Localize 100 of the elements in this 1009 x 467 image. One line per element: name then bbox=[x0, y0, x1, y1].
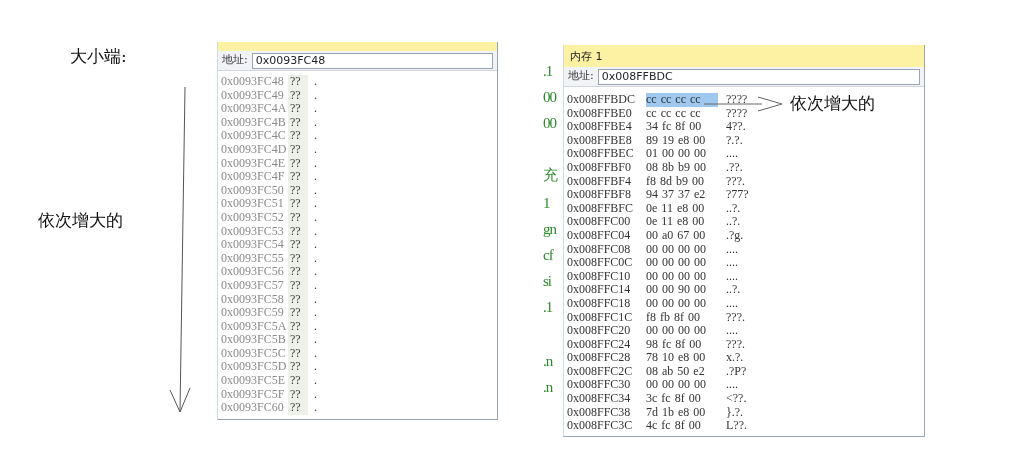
byte-values[interactable]: 08 8b b9 00 bbox=[646, 160, 718, 175]
code-text: gn bbox=[543, 222, 556, 237]
memory-address: 0x008FFC20 bbox=[566, 324, 632, 338]
ascii-text: . bbox=[314, 238, 317, 252]
byte-values[interactable]: f8 fb 8f 00 bbox=[646, 310, 718, 325]
address-field[interactable]: 0x008FFBDC bbox=[597, 68, 920, 85]
memory-address: 0x0093FC59 bbox=[220, 306, 285, 320]
ascii-text: .... bbox=[726, 242, 738, 257]
ascii-text: . bbox=[314, 115, 317, 130]
memory-address: 0x008FFBE0 bbox=[566, 106, 633, 121]
byte-value: ?? bbox=[288, 265, 308, 279]
memory-address: 0x008FFC1C bbox=[566, 310, 634, 325]
memory-address: 0x008FFC34 bbox=[566, 392, 632, 406]
memory-address: 0x008FFBE8 bbox=[566, 133, 633, 148]
address-label: 地址: bbox=[222, 52, 248, 69]
ascii-text: . bbox=[314, 265, 317, 279]
memory-address: 0x0093FC4F bbox=[220, 170, 286, 184]
byte-values[interactable]: f8 8d b9 00 bbox=[646, 174, 718, 189]
ascii-text: . bbox=[314, 170, 317, 184]
ascii-text: . bbox=[314, 129, 317, 143]
ascii-text: ???? bbox=[726, 93, 748, 107]
memory-address: 0x008FFBF0 bbox=[566, 160, 633, 175]
ascii-text: . bbox=[314, 278, 317, 293]
address-label: 地址: bbox=[568, 68, 594, 85]
ascii-text: . bbox=[314, 224, 317, 239]
memory-address: 0x008FFC24 bbox=[566, 337, 632, 352]
memory-address: 0x0093FC60 bbox=[220, 401, 285, 415]
memory-address: 0x0093FC5B bbox=[220, 333, 287, 347]
byte-values[interactable]: 7d 1b e8 00 bbox=[646, 405, 718, 420]
memory-address: 0x0093FC51 bbox=[220, 197, 285, 211]
byte-values[interactable]: 78 10 e8 00 bbox=[646, 351, 718, 365]
ascii-text: . bbox=[314, 251, 317, 266]
code-text: 1 bbox=[543, 196, 550, 211]
code-text: .n bbox=[543, 380, 553, 395]
ascii-text: 4??. bbox=[726, 120, 746, 134]
byte-value: ?? bbox=[288, 401, 308, 415]
address-field[interactable]: 0x0093FC48 bbox=[251, 52, 493, 69]
byte-values[interactable]: 0e 11 e8 00 bbox=[646, 215, 718, 229]
byte-values[interactable]: 01 00 00 00 bbox=[646, 147, 718, 161]
memory-address: 0x008FFC0C bbox=[566, 256, 634, 270]
memory-address: 0x008FFC2C bbox=[566, 364, 634, 379]
memory-address: 0x008FFBE4 bbox=[566, 120, 633, 134]
ascii-text: }.?. bbox=[726, 405, 744, 420]
byte-value: ?? bbox=[288, 197, 308, 211]
byte-value: ?? bbox=[288, 374, 308, 388]
ascii-text: .... bbox=[726, 324, 738, 338]
ascii-text: .?g. bbox=[726, 228, 744, 243]
memory-address: 0x0093FC53 bbox=[220, 224, 285, 239]
ascii-text: . bbox=[314, 88, 317, 103]
ascii-text: .??. bbox=[726, 160, 743, 175]
byte-values[interactable]: cc cc cc cc bbox=[646, 93, 718, 107]
ascii-text: . bbox=[314, 197, 317, 211]
ascii-text: ???. bbox=[726, 174, 745, 189]
byte-values[interactable]: 3c fc 8f 00 bbox=[646, 392, 718, 406]
memory-address: 0x0093FC5C bbox=[220, 346, 287, 361]
ascii-text: . bbox=[314, 401, 317, 415]
byte-values[interactable]: 00 a0 67 00 bbox=[646, 228, 718, 243]
code-text: si bbox=[543, 274, 551, 289]
byte-values[interactable]: 0e 11 e8 00 bbox=[646, 201, 718, 216]
byte-values[interactable]: 00 00 90 00 bbox=[646, 283, 718, 297]
memory-address: 0x0093FC54 bbox=[220, 238, 285, 252]
annotation-text: 依次增大的 bbox=[38, 212, 123, 229]
byte-values[interactable]: 00 00 00 00 bbox=[646, 269, 718, 284]
byte-value: ?? bbox=[288, 360, 308, 375]
ascii-text: . bbox=[314, 75, 317, 89]
memory-address: 0x008FFC10 bbox=[566, 269, 632, 284]
ascii-text: L??. bbox=[726, 419, 747, 433]
byte-values[interactable]: 98 fc 8f 00 bbox=[646, 337, 718, 352]
ascii-text: .... bbox=[726, 256, 738, 270]
byte-values[interactable]: cc cc cc cc bbox=[646, 106, 718, 121]
byte-values[interactable]: 00 00 00 00 bbox=[646, 324, 718, 338]
ascii-text: ..?. bbox=[726, 215, 741, 229]
byte-values[interactable]: 00 00 00 00 bbox=[646, 378, 718, 393]
byte-values[interactable]: 08 ab 50 e2 bbox=[646, 364, 718, 379]
byte-values[interactable]: 94 37 37 e2 bbox=[646, 188, 718, 202]
code-text: cf bbox=[543, 248, 553, 263]
byte-values[interactable]: 00 00 00 00 bbox=[646, 296, 718, 311]
memory-address: 0x008FFC28 bbox=[566, 351, 632, 365]
memory-address: 0x008FFC00 bbox=[566, 215, 632, 229]
ascii-text: ???. bbox=[726, 337, 745, 352]
byte-value: ?? bbox=[288, 129, 308, 143]
code-text: 充 bbox=[543, 168, 557, 183]
memory-address: 0x008FFBF8 bbox=[566, 188, 633, 202]
byte-value: ?? bbox=[288, 102, 308, 116]
byte-values[interactable]: 89 19 e8 00 bbox=[646, 133, 718, 148]
ascii-text: . bbox=[314, 387, 317, 402]
ascii-text: . bbox=[314, 183, 317, 198]
ascii-text: . bbox=[314, 102, 317, 116]
ascii-text: .... bbox=[726, 269, 738, 284]
code-text: 00 bbox=[543, 90, 556, 105]
ascii-text: <??. bbox=[726, 392, 747, 406]
memory-address: 0x0093FC4B bbox=[220, 115, 287, 130]
byte-value: ?? bbox=[288, 238, 308, 252]
ascii-text: ?.?. bbox=[726, 133, 743, 148]
byte-values[interactable]: 4c fc 8f 00 bbox=[646, 419, 718, 433]
byte-values[interactable]: 34 fc 8f 00 bbox=[646, 120, 718, 134]
memory-address: 0x0093FC5E bbox=[220, 374, 286, 388]
code-text: .1 bbox=[543, 64, 553, 79]
byte-values[interactable]: 00 00 00 00 bbox=[646, 242, 718, 257]
byte-values[interactable]: 00 00 00 00 bbox=[646, 256, 718, 270]
